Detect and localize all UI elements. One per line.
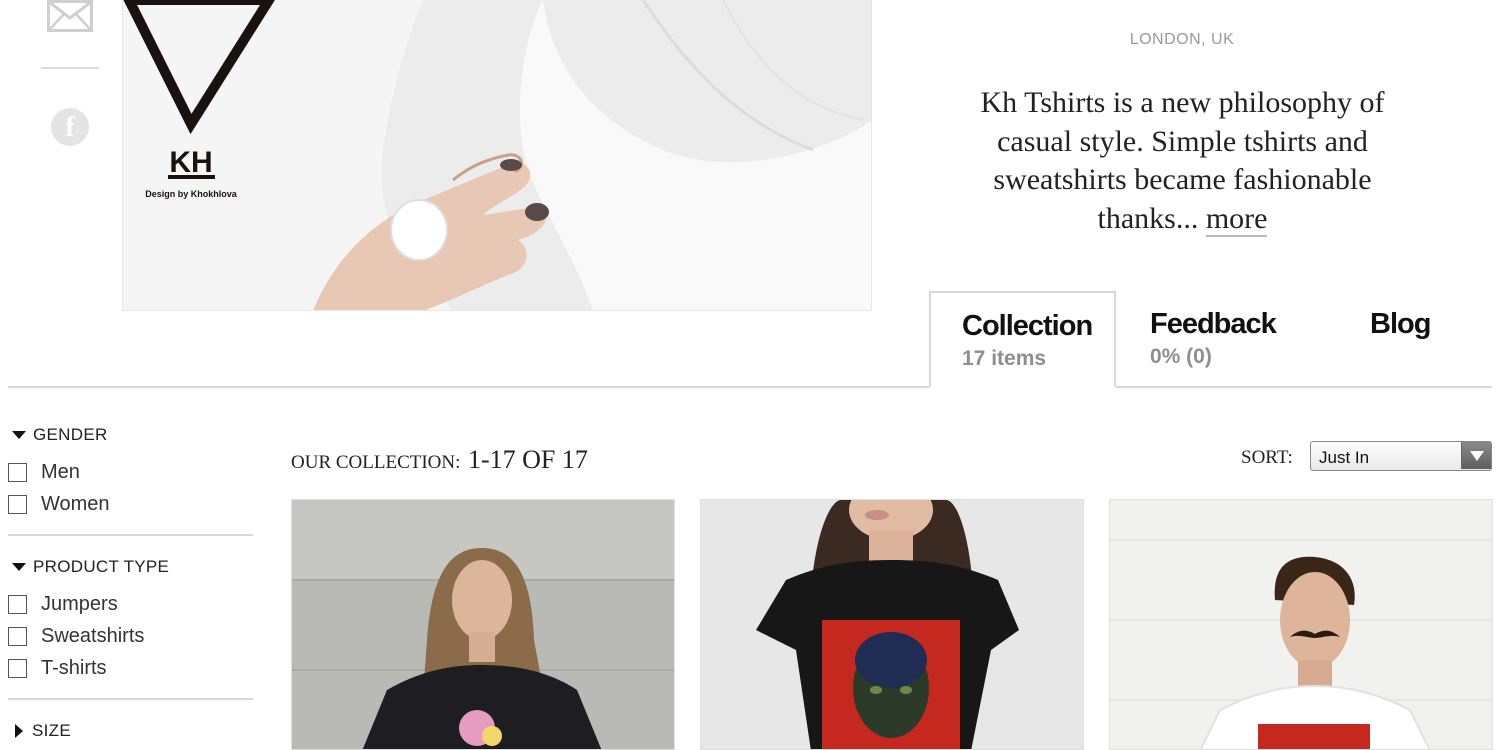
- caret-down-icon: [12, 431, 26, 439]
- sort-label: SORT:: [1241, 447, 1293, 468]
- filter-option-sweatshirts[interactable]: Sweatshirts: [8, 620, 253, 652]
- hero-logo-text: KH: [169, 146, 212, 179]
- product-image[interactable]: [701, 500, 1084, 750]
- tab-feedback-score: 0% (0): [1150, 345, 1212, 368]
- filter-product-type-toggle[interactable]: PRODUCT TYPE: [8, 552, 253, 582]
- filter-option-women[interactable]: Women: [8, 488, 253, 520]
- checkbox[interactable]: [8, 594, 27, 614]
- checkbox[interactable]: [8, 462, 27, 482]
- sort-select[interactable]: Just In: [1310, 441, 1492, 471]
- caret-right-icon: [15, 724, 23, 738]
- tab-collection-title: Collection: [962, 310, 1093, 342]
- filter-option-label: Jumpers: [41, 592, 118, 615]
- checkbox[interactable]: [8, 494, 27, 514]
- hero-logo-subtext: Design by Khokhlova: [145, 189, 238, 199]
- mail-icon[interactable]: [47, 0, 93, 32]
- shop-location: LONDON, UK: [1129, 31, 1235, 48]
- tab-blog-title: Blog: [1370, 308, 1431, 340]
- filter-size-label: SIZE: [32, 721, 71, 740]
- more-link[interactable]: more: [1205, 201, 1268, 237]
- caret-down-icon: [12, 563, 26, 571]
- product-image[interactable]: [292, 500, 675, 750]
- filter-gender-label: GENDER: [33, 425, 108, 444]
- checkbox[interactable]: [8, 658, 27, 678]
- filter-sidebar: GENDER Men Women PRODUCT TYPE Jumpers Sw…: [8, 420, 253, 746]
- social-divider: [41, 67, 99, 69]
- sort-selected-value: Just In: [1319, 448, 1370, 467]
- checkbox[interactable]: [8, 626, 27, 646]
- filter-option-label: Women: [41, 492, 110, 515]
- filter-option-label: Sweatshirts: [41, 624, 145, 647]
- filter-option-men[interactable]: Men: [8, 456, 253, 488]
- filter-option-label: T-shirts: [41, 656, 107, 679]
- sort-dropdown-button[interactable]: [1461, 442, 1491, 469]
- shop-description: Kh Tshirts is a new philosophy of casual…: [955, 84, 1410, 238]
- filter-option-label: Men: [41, 460, 80, 483]
- shop-description-text: Kh Tshirts is a new philosophy of casual…: [980, 86, 1385, 235]
- collection-label: OUR COLLECTION:: [291, 452, 461, 473]
- product-card[interactable]: [291, 499, 675, 750]
- filter-option-jumpers[interactable]: Jumpers: [8, 588, 253, 620]
- filter-divider: [8, 698, 253, 700]
- filter-product-type-label: PRODUCT TYPE: [33, 557, 170, 576]
- tab-collection-count: 17 items: [962, 347, 1047, 370]
- filter-product-type-list: Jumpers Sweatshirts T-shirts: [8, 588, 253, 684]
- product-image[interactable]: [1110, 500, 1493, 750]
- hero-image: KH Design by Khokhlova: [122, 0, 872, 311]
- tab-blog[interactable]: Blog: [1370, 291, 1470, 388]
- facebook-icon[interactable]: f: [51, 108, 89, 146]
- tab-feedback[interactable]: Feedback 0% (0): [1150, 291, 1320, 388]
- tab-collection[interactable]: Collection 17 items: [929, 291, 1116, 388]
- product-card[interactable]: [700, 499, 1084, 750]
- product-card[interactable]: [1109, 499, 1493, 750]
- filter-divider: [8, 534, 253, 536]
- collection-count: 1-17 OF 17: [468, 445, 588, 474]
- tab-feedback-title: Feedback: [1150, 308, 1277, 340]
- filter-option-t-shirts[interactable]: T-shirts: [8, 652, 253, 684]
- chevron-down-icon: [1470, 451, 1484, 461]
- filter-size-toggle[interactable]: SIZE: [8, 716, 253, 746]
- filter-gender-toggle[interactable]: GENDER: [8, 420, 253, 450]
- filter-gender-list: Men Women: [8, 456, 253, 520]
